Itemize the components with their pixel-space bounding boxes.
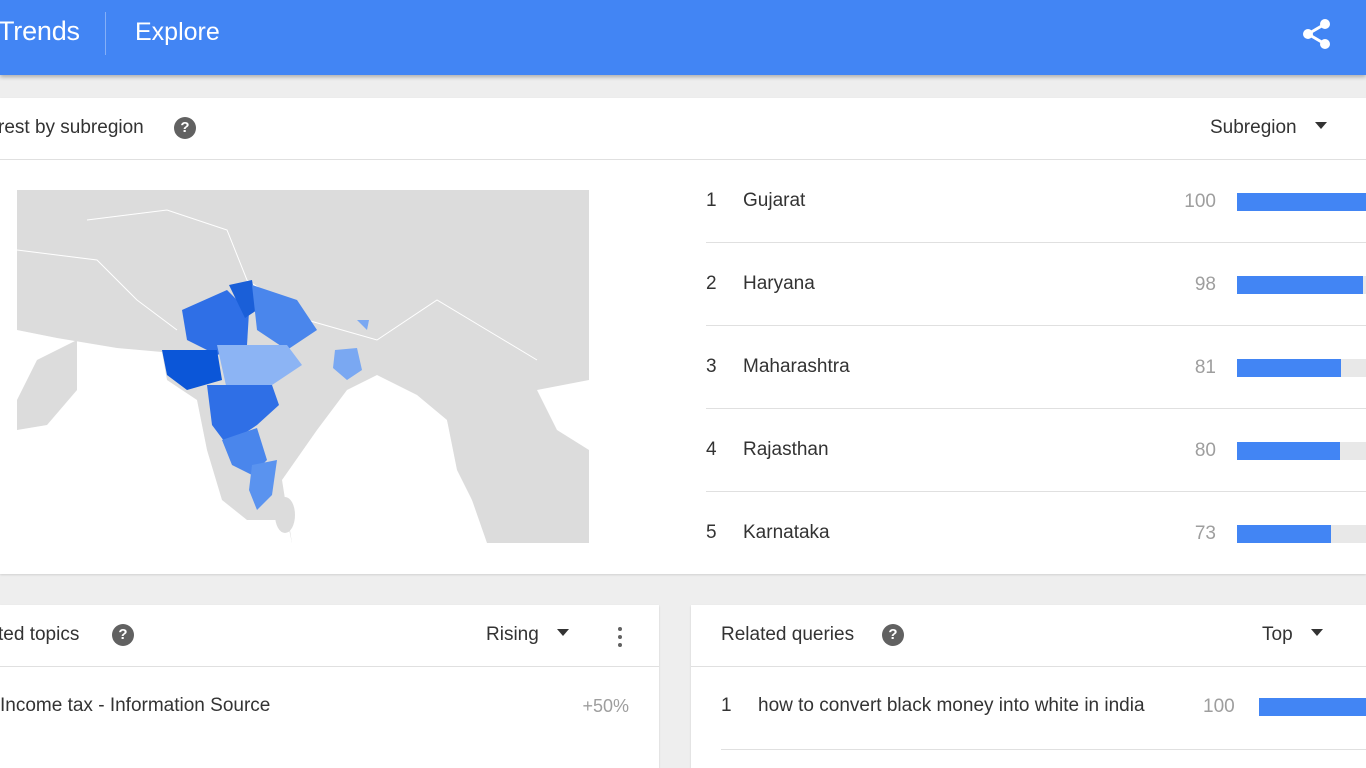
help-icon[interactable]: ?: [882, 624, 904, 646]
subregion-card-title: rest by subregion: [0, 117, 144, 138]
chevron-down-icon: [1310, 629, 1323, 637]
share-button[interactable]: [1300, 17, 1334, 51]
subregion-row[interactable]: 5 Karnataka 73: [706, 492, 1366, 575]
region-value: 100: [1184, 191, 1216, 212]
share-icon: [1303, 19, 1330, 49]
map-svg: [17, 190, 589, 543]
topics-card-title: ted topics: [0, 624, 80, 645]
region-value: 80: [1194, 440, 1216, 461]
nav-explore[interactable]: Explore: [135, 18, 220, 47]
top-app-bar: Trends Explore: [0, 0, 1366, 75]
region-name[interactable]: Haryana: [743, 273, 815, 295]
query-value: 100: [1203, 696, 1235, 717]
related-topics-card: ted topics ? Rising Income tax - Informa…: [0, 605, 659, 768]
interest-by-subregion-card: rest by subregion ? Subregion 1 Gujarat …: [0, 98, 1366, 574]
queries-metric-dropdown[interactable]: Top: [1262, 624, 1323, 646]
subregion-card-header: rest by subregion ? Subregion: [0, 98, 1366, 160]
subregion-dropdown-label: Subregion: [1210, 117, 1297, 138]
rank-number: 4: [706, 439, 717, 460]
rank-number: 3: [706, 356, 717, 377]
subregion-row[interactable]: 2 Haryana 98: [706, 243, 1366, 326]
subregion-row[interactable]: 1 Gujarat 100: [706, 160, 1366, 243]
help-icon[interactable]: ?: [174, 117, 196, 139]
rank-number: 2: [706, 273, 717, 294]
chevron-down-icon: [1314, 122, 1327, 130]
topics-card-header: ted topics ? Rising: [0, 605, 659, 667]
interest-bar: [1237, 193, 1366, 211]
region-value: 81: [1194, 357, 1216, 378]
interest-bar-fill: [1237, 359, 1342, 377]
subregion-row[interactable]: 4 Rajasthan 80: [706, 409, 1366, 492]
region-name[interactable]: Rajasthan: [743, 439, 829, 461]
related-queries-card: Related queries ? Top 1 how to convert b…: [691, 605, 1366, 768]
region-name[interactable]: Gujarat: [743, 190, 805, 212]
rank-number: 1: [706, 190, 717, 211]
interest-bar: [1237, 442, 1366, 460]
interest-bar: [1237, 276, 1366, 294]
interest-bar-fill: [1237, 193, 1366, 211]
chevron-down-icon: [556, 629, 569, 637]
interest-bar-fill: [1237, 525, 1332, 543]
more-options-icon[interactable]: [614, 627, 626, 651]
interest-bar-fill: [1237, 276, 1364, 294]
region-name[interactable]: Karnataka: [743, 522, 830, 544]
topic-change-value: +50%: [582, 696, 629, 716]
interest-bar: [1237, 525, 1366, 543]
topics-metric-dropdown[interactable]: Rising: [486, 624, 569, 646]
topic-item[interactable]: Income tax - Information Source: [0, 695, 270, 717]
queries-card-header: Related queries ? Top: [691, 605, 1366, 667]
interest-bar: [1237, 359, 1366, 377]
queries-dropdown-label: Top: [1262, 624, 1293, 645]
header-divider: [105, 12, 106, 55]
help-icon[interactable]: ?: [112, 624, 134, 646]
subregion-resolution-dropdown[interactable]: Subregion: [1210, 117, 1327, 139]
queries-card-title: Related queries: [721, 624, 855, 645]
divider: [721, 749, 1366, 750]
region-value: 98: [1194, 274, 1216, 295]
app-brand[interactable]: Trends: [0, 16, 80, 47]
rank-number: 5: [706, 522, 717, 543]
query-rank: 1: [721, 695, 732, 716]
subregion-row[interactable]: 3 Maharashtra 81: [706, 326, 1366, 409]
query-interest-bar: [1259, 698, 1366, 716]
topics-dropdown-label: Rising: [486, 624, 539, 645]
interest-bar-fill: [1237, 442, 1341, 460]
region-value: 73: [1194, 523, 1216, 544]
region-name[interactable]: Maharashtra: [743, 356, 850, 378]
query-text[interactable]: how to convert black money into white in…: [758, 695, 1145, 717]
india-region-map[interactable]: [17, 190, 589, 543]
